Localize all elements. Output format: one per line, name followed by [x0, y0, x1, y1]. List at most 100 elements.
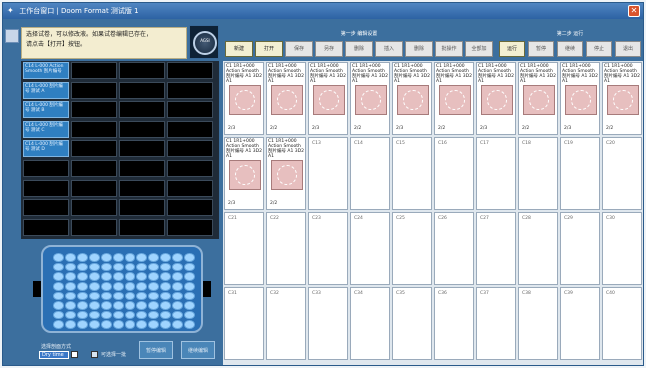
- toolbar-step1-button[interactable]: 保存: [285, 41, 313, 57]
- well[interactable]: [88, 291, 100, 301]
- well[interactable]: [172, 262, 184, 272]
- toolbar-step1-button[interactable]: 新建: [225, 41, 253, 57]
- slide-cell[interactable]: C1 1R1+000 Action Smooth 刮片编号 A1 3D2 A1 2…: [392, 62, 432, 135]
- well[interactable]: [64, 272, 76, 281]
- toolbar-step1-button[interactable]: 打开: [255, 41, 283, 57]
- sample-item[interactable]: C14 L-000 Action Smooth 刮片编号: [23, 62, 69, 79]
- sample-item[interactable]: C14 L-000 刮片编号 测试 D: [23, 140, 69, 158]
- mode-checkbox[interactable]: [71, 351, 78, 358]
- well[interactable]: [136, 262, 148, 272]
- slide-cell[interactable]: C1 1R1+000 Action Smooth 刮片编号 A1 3D2 A1 2…: [518, 62, 558, 135]
- well[interactable]: [136, 310, 148, 320]
- well[interactable]: [184, 301, 195, 310]
- sample-slot[interactable]: [119, 120, 165, 138]
- slide-cell[interactable]: C24: [350, 212, 390, 285]
- well[interactable]: [148, 320, 160, 329]
- toolbar-step2-button[interactable]: 运行: [499, 41, 525, 57]
- well[interactable]: [172, 253, 184, 262]
- sample-slot[interactable]: [119, 101, 165, 119]
- well[interactable]: [124, 320, 136, 329]
- well[interactable]: [100, 262, 112, 272]
- slide-cell[interactable]: C1 1R1+000 Action Smooth 刮片编号 A1 3D2 A1 2…: [308, 62, 348, 135]
- well[interactable]: [100, 272, 112, 281]
- well[interactable]: [100, 281, 112, 291]
- slide-cell[interactable]: C1 1R1+000 Action Smooth 刮片编号 A1 3D2 A1 2…: [560, 62, 600, 135]
- well[interactable]: [160, 253, 172, 262]
- slide-cell[interactable]: C36: [434, 287, 474, 360]
- well[interactable]: [88, 281, 100, 291]
- well[interactable]: [160, 291, 172, 301]
- well[interactable]: [64, 310, 76, 320]
- sample-slot[interactable]: [167, 120, 213, 138]
- well[interactable]: [53, 281, 64, 291]
- mode-select[interactable]: Dry time: [39, 351, 69, 359]
- well[interactable]: [53, 310, 64, 320]
- well[interactable]: [76, 320, 88, 329]
- slide-cell[interactable]: C29: [560, 212, 600, 285]
- slide-cell[interactable]: C1 1R1+000 Action Smooth 刮片编号 A1 3D2 A1 2…: [266, 62, 306, 135]
- slide-cell[interactable]: C32: [266, 287, 306, 360]
- sample-slot[interactable]: [167, 140, 213, 158]
- sample-slot[interactable]: [71, 199, 117, 217]
- sample-slot[interactable]: [71, 120, 117, 138]
- well[interactable]: [76, 262, 88, 272]
- slide-cell[interactable]: C1 1R1+000 Action Smooth 刮片编号 A1 3D2 A1 2…: [434, 62, 474, 135]
- well[interactable]: [136, 291, 148, 301]
- well[interactable]: [124, 272, 136, 281]
- sample-item[interactable]: C14 L-000 刮片编号 测试 B: [23, 101, 69, 119]
- sample-slot[interactable]: [119, 160, 165, 177]
- well[interactable]: [148, 310, 160, 320]
- well[interactable]: [172, 272, 184, 281]
- well[interactable]: [100, 301, 112, 310]
- well[interactable]: [160, 262, 172, 272]
- well[interactable]: [160, 272, 172, 281]
- well[interactable]: [76, 253, 88, 262]
- well[interactable]: [160, 301, 172, 310]
- toolbar-step2-button[interactable]: 停止: [586, 41, 612, 57]
- well[interactable]: [64, 291, 76, 301]
- slide-cell[interactable]: C25: [392, 212, 432, 285]
- well[interactable]: [172, 301, 184, 310]
- well[interactable]: [88, 301, 100, 310]
- slide-cell[interactable]: C1 1R1+000 Action Smooth 刮片编号 A1 3D2 A1 2…: [602, 62, 642, 135]
- well[interactable]: [124, 291, 136, 301]
- well[interactable]: [184, 310, 195, 320]
- sample-slot[interactable]: [23, 179, 69, 197]
- sample-slot[interactable]: [167, 81, 213, 99]
- resume-edit-button[interactable]: 继续编辑: [181, 341, 215, 359]
- toolbar-step1-button[interactable]: 批操作: [435, 41, 463, 57]
- slide-cell[interactable]: C33: [308, 287, 348, 360]
- toolbar-step1-button[interactable]: 插入: [375, 41, 403, 57]
- slide-cell[interactable]: C40: [602, 287, 642, 360]
- well[interactable]: [76, 272, 88, 281]
- toolbar-step2-button[interactable]: 退出: [615, 41, 641, 57]
- sample-slot[interactable]: [71, 140, 117, 158]
- well[interactable]: [148, 253, 160, 262]
- slide-cell[interactable]: C37: [476, 287, 516, 360]
- batch-checkbox[interactable]: [91, 351, 98, 358]
- sample-slot[interactable]: [71, 62, 117, 79]
- well[interactable]: [172, 291, 184, 301]
- well[interactable]: [160, 281, 172, 291]
- well[interactable]: [88, 253, 100, 262]
- slide-cell[interactable]: C18: [518, 137, 558, 210]
- slide-cell[interactable]: C34: [350, 287, 390, 360]
- well[interactable]: [148, 281, 160, 291]
- sample-slot[interactable]: [71, 218, 117, 236]
- well[interactable]: [184, 320, 195, 329]
- sample-slot[interactable]: [167, 101, 213, 119]
- well[interactable]: [100, 320, 112, 329]
- slide-cell[interactable]: C1 1R1+000 Action Smooth 刮片编号 A1 3D2 A1 2…: [224, 137, 264, 210]
- pause-edit-button[interactable]: 暂停编辑: [139, 341, 173, 359]
- well[interactable]: [100, 253, 112, 262]
- sample-slot[interactable]: [71, 160, 117, 177]
- well[interactable]: [148, 272, 160, 281]
- well[interactable]: [172, 320, 184, 329]
- well[interactable]: [124, 310, 136, 320]
- toolbar-step1-button[interactable]: 另存: [315, 41, 343, 57]
- slide-cell[interactable]: C39: [560, 287, 600, 360]
- well[interactable]: [88, 320, 100, 329]
- slide-cell[interactable]: C1 1R1+000 Action Smooth 刮片编号 A1 3D2 A1 2…: [224, 62, 264, 135]
- sample-slot[interactable]: [119, 81, 165, 99]
- well[interactable]: [100, 310, 112, 320]
